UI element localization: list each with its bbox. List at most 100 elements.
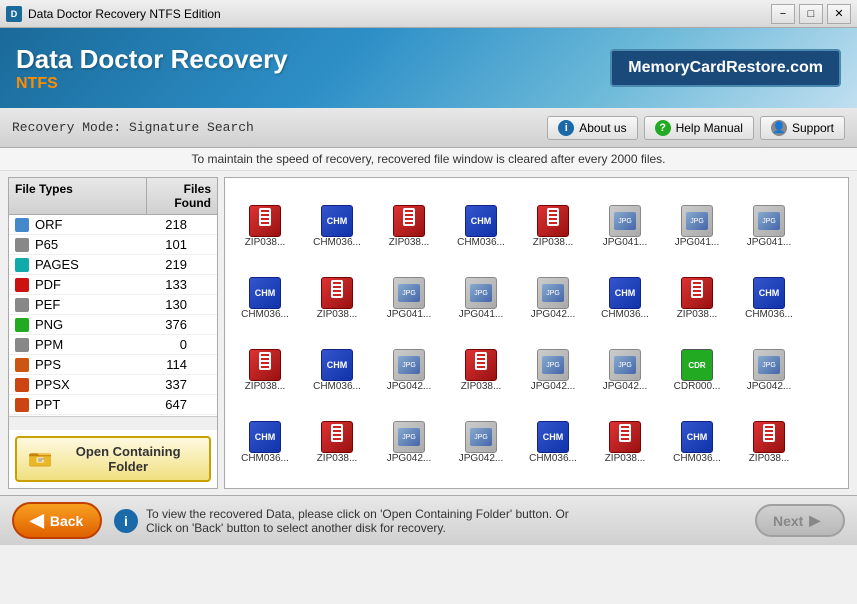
chm-icon: CHM [465, 205, 497, 237]
jpg-icon: JPG [609, 349, 641, 381]
file-item[interactable]: CHM CHM036... [733, 254, 805, 326]
file-item[interactable]: JPG JPG042... [517, 254, 589, 326]
file-item-label: ZIP038... [677, 309, 718, 321]
zip-icon [465, 349, 497, 381]
file-item-label: JPG041... [675, 237, 719, 249]
file-item[interactable]: PPT PPTX001... [589, 470, 661, 489]
file-item[interactable]: JPG JPG041... [661, 182, 733, 254]
recovery-mode-text: Recovery Mode: [12, 120, 121, 135]
file-item[interactable]: ZIP038... [229, 326, 301, 398]
file-item[interactable]: JPG JPG041... [445, 254, 517, 326]
file-item[interactable]: ZIP038... [661, 254, 733, 326]
minimize-button[interactable]: − [771, 4, 795, 24]
next-button[interactable]: Next ▶ [755, 504, 845, 537]
file-table-header: File Types Files Found [9, 178, 217, 215]
window-controls[interactable]: − □ ✕ [771, 4, 851, 24]
file-item[interactable]: JPG JPG042... [517, 326, 589, 398]
file-item[interactable]: CHM CHM036... [517, 398, 589, 470]
file-item[interactable]: CHM CHM036... [661, 398, 733, 470]
file-item[interactable]: JPG JPG042... [733, 326, 805, 398]
file-item-label: CHM036... [241, 309, 289, 321]
file-item-label: CHM036... [601, 309, 649, 321]
help-label: Help Manual [676, 121, 743, 135]
app-subtitle: NTFS [16, 75, 288, 93]
file-item-label: JPG042... [459, 453, 503, 465]
file-item[interactable]: ZIP038... [229, 182, 301, 254]
help-button[interactable]: ? Help Manual [644, 116, 754, 140]
back-button[interactable]: ◀ Back [12, 502, 102, 539]
file-item[interactable]: ZIP038... [589, 398, 661, 470]
file-item[interactable]: CDR CDR000... [661, 326, 733, 398]
list-item[interactable]: PDF 133 [9, 275, 217, 295]
file-count: 101 [143, 235, 193, 254]
file-item[interactable]: XLS XLSX002... [661, 470, 733, 489]
file-item[interactable]: ZIP038... [517, 182, 589, 254]
file-item[interactable]: JPG JPG042... [373, 326, 445, 398]
file-type-icon [13, 358, 31, 372]
file-item[interactable]: JPG JPG042... [589, 326, 661, 398]
file-count: 130 [143, 295, 193, 314]
file-item[interactable]: ZIP038... [301, 398, 373, 470]
file-item[interactable]: JPG JPG042... [445, 398, 517, 470]
file-item[interactable]: DOC DOCX00... [373, 470, 445, 489]
list-item[interactable]: PNG 376 [9, 315, 217, 335]
file-grid[interactable]: ZIP038... CHM CHM036... ZIP038... CHM CH… [224, 177, 849, 489]
close-button[interactable]: ✕ [827, 4, 851, 24]
file-item[interactable]: CHM CHM036... [229, 398, 301, 470]
list-item[interactable]: P65 101 [9, 235, 217, 255]
col-filetype-header: File Types [9, 178, 147, 214]
file-type-icon [13, 218, 31, 232]
open-folder-label: Open Containing Folder [59, 444, 197, 474]
file-item[interactable]: JPG JPG042... [373, 398, 445, 470]
about-button[interactable]: i About us [547, 116, 637, 140]
jpg-icon: JPG [465, 421, 497, 453]
file-item[interactable]: JPG JPG041... [733, 182, 805, 254]
file-item[interactable]: CHM CHM036... [589, 254, 661, 326]
file-list[interactable]: ORF 218 P65 101 PAGES 219 PDF 133 PEF 13… [9, 215, 217, 416]
list-item[interactable]: ORF 218 [9, 215, 217, 235]
list-item[interactable]: PPM 0 [9, 335, 217, 355]
file-item[interactable]: XPS XPS001... [733, 470, 805, 489]
list-item[interactable]: PAGES 219 [9, 255, 217, 275]
file-count: 219 [143, 255, 193, 274]
file-item[interactable]: JPG JPG041... [589, 182, 661, 254]
file-item[interactable]: PPS PPSX001... [517, 470, 589, 489]
open-folder-button[interactable]: Open Containing Folder [15, 436, 211, 482]
file-item[interactable]: ZIP038... [301, 254, 373, 326]
chm-icon: CHM [249, 277, 281, 309]
list-item[interactable]: PPT 647 [9, 395, 217, 415]
file-item-label: ZIP038... [245, 381, 286, 393]
footer: ◀ Back i To view the recovered Data, ple… [0, 495, 857, 545]
file-item[interactable]: PAG PAGES0... [445, 470, 517, 489]
file-item-label: JPG042... [531, 381, 575, 393]
list-item[interactable]: PPSX 337 [9, 375, 217, 395]
list-item[interactable]: PEF 130 [9, 295, 217, 315]
file-item-label: CHM036... [673, 453, 721, 465]
file-item[interactable]: JPG JPG041... [373, 254, 445, 326]
list-item[interactable]: PPS 114 [9, 355, 217, 375]
file-item[interactable]: ZIP038... [733, 398, 805, 470]
support-button[interactable]: 👤 Support [760, 116, 845, 140]
jpg-icon: JPG [393, 421, 425, 453]
file-type-icon [13, 238, 31, 252]
file-item[interactable]: JPG JPG042... [301, 470, 373, 489]
file-item[interactable]: CHM CHM036... [301, 326, 373, 398]
jpg-icon: JPG [681, 205, 713, 237]
jpg-icon: JPG [393, 349, 425, 381]
file-item-label: ZIP038... [533, 237, 574, 249]
help-icon: ? [655, 120, 671, 136]
file-item[interactable]: JPG JPG042... [229, 470, 301, 489]
file-item[interactable]: CHM CHM036... [301, 182, 373, 254]
file-item[interactable]: ZIP038... [373, 182, 445, 254]
app-name: Data Doctor Recovery [16, 44, 288, 75]
file-type-name: PPM [31, 335, 143, 354]
titlebar-title: Data Doctor Recovery NTFS Edition [28, 7, 221, 21]
file-item[interactable]: CHM CHM036... [229, 254, 301, 326]
horizontal-scrollbar[interactable] [9, 416, 217, 430]
file-item-label: ZIP038... [461, 381, 502, 393]
maximize-button[interactable]: □ [799, 4, 823, 24]
file-item[interactable]: ZIP038... [445, 326, 517, 398]
file-item-label: JPG041... [747, 237, 791, 249]
file-type-name: PDF [31, 275, 143, 294]
file-item[interactable]: CHM CHM036... [445, 182, 517, 254]
